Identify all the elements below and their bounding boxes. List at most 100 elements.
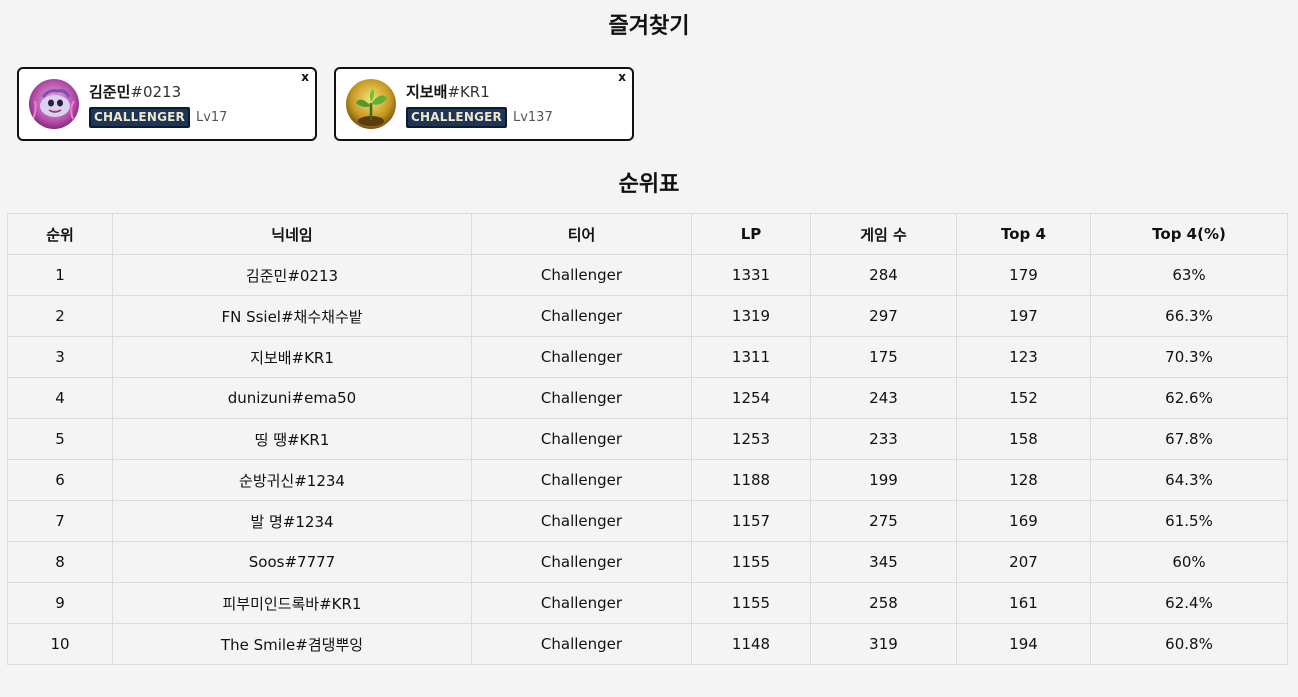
nickname-cell: Soos#7777 bbox=[112, 541, 472, 583]
top4-percent-cell: 62.6% bbox=[1090, 377, 1288, 419]
table-row: 6 순방귀신#1234 Challenger 1188 199 128 64.3% bbox=[7, 459, 1288, 501]
favorite-info: 지보배#KR1 CHALLENGER Lv137 bbox=[406, 81, 553, 128]
header-lp: LP bbox=[691, 213, 811, 255]
favorite-tag: #KR1 bbox=[447, 82, 490, 101]
table-row: 4 dunizuni#ema50 Challenger 1254 243 152 62.6% bbox=[7, 377, 1288, 419]
tier-badge: CHALLENGER bbox=[89, 106, 190, 128]
tier-cell: Challenger bbox=[471, 582, 692, 624]
nickname-cell: dunizuni#ema50 bbox=[112, 377, 472, 419]
header-tier: 티어 bbox=[471, 213, 692, 255]
lp-cell: 1331 bbox=[691, 254, 811, 296]
games-cell: 233 bbox=[810, 418, 957, 460]
rank-cell: 4 bbox=[7, 377, 113, 419]
ranking-title: 순위표 bbox=[618, 172, 680, 197]
top4-percent-cell: 67.8% bbox=[1090, 418, 1288, 460]
favorite-nickname: 지보배 bbox=[406, 82, 448, 101]
poro-avatar-icon bbox=[29, 79, 79, 129]
top4-cell: 194 bbox=[956, 623, 1091, 665]
games-cell: 243 bbox=[810, 377, 957, 419]
lp-cell: 1319 bbox=[691, 295, 811, 337]
nickname-cell: 피부미인드록바#KR1 bbox=[112, 582, 472, 624]
header-games: 게임 수 bbox=[810, 213, 957, 255]
favorite-nickname: 김준민 bbox=[89, 82, 131, 101]
tier-cell: Challenger bbox=[471, 623, 692, 665]
table-row: 9 피부미인드록바#KR1 Challenger 1155 258 161 62.4% bbox=[7, 582, 1288, 624]
table-row: 5띵 땡#KR1 Challenger 1253 233 158 67.8% bbox=[7, 418, 1288, 460]
top4-percent-cell: 63% bbox=[1090, 254, 1288, 296]
top4-cell: 179 bbox=[956, 254, 1091, 296]
games-cell: 175 bbox=[810, 336, 957, 378]
nickname-cell: 발 명#1234 bbox=[112, 500, 472, 542]
tier-cell: Challenger bbox=[471, 295, 692, 337]
tier-cell: Challenger bbox=[471, 418, 692, 460]
top4-percent-cell: 70.3% bbox=[1090, 336, 1288, 378]
top4-cell: 123 bbox=[956, 336, 1091, 378]
top4-cell: 207 bbox=[956, 541, 1091, 583]
games-cell: 297 bbox=[810, 295, 957, 337]
table-row: 7발 명#1234 Challenger 1157 275 169 61.5% bbox=[7, 500, 1288, 542]
header-rank: 순위 bbox=[7, 213, 113, 255]
games-cell: 258 bbox=[810, 582, 957, 624]
rank-cell: 3 bbox=[7, 336, 113, 378]
favorite-name: 김준민#0213 bbox=[89, 81, 227, 102]
nickname-cell: FN Ssiel#채수채수밭 bbox=[112, 295, 472, 337]
top4-cell: 169 bbox=[956, 500, 1091, 542]
lp-cell: 1148 bbox=[691, 623, 811, 665]
header-top4: Top 4 bbox=[956, 213, 1091, 255]
level-label: Lv137 bbox=[512, 109, 553, 125]
lp-cell: 1155 bbox=[691, 582, 811, 624]
rank-cell: 5 bbox=[7, 418, 113, 460]
close-icon[interactable]: x bbox=[301, 70, 309, 84]
table-row: 3 지보배#KR1 Challenger 1311 175 123 70.3% bbox=[7, 336, 1288, 378]
tier-cell: Challenger bbox=[471, 377, 692, 419]
lp-cell: 1253 bbox=[691, 418, 811, 460]
top4-percent-cell: 60% bbox=[1090, 541, 1288, 583]
favorite-name: 지보배#KR1 bbox=[406, 81, 553, 102]
favorite-card[interactable]: x bbox=[17, 67, 317, 141]
lp-cell: 1157 bbox=[691, 500, 811, 542]
tier-cell: Challenger bbox=[471, 459, 692, 501]
sprout-avatar-icon bbox=[346, 79, 396, 129]
games-cell: 199 bbox=[810, 459, 957, 501]
header-top4-percent: Top 4(%) bbox=[1090, 213, 1288, 255]
rank-cell: 9 bbox=[7, 582, 113, 624]
games-cell: 345 bbox=[810, 541, 957, 583]
tier-cell: Challenger bbox=[471, 336, 692, 378]
table-row: 2 FN Ssiel#채수채수밭 Challenger 1319 297 197 66.3% bbox=[7, 295, 1288, 337]
rank-cell: 8 bbox=[7, 541, 113, 583]
favorites-title: 즐겨찾기 bbox=[608, 14, 690, 39]
favorite-tag: #0213 bbox=[130, 82, 182, 101]
games-cell: 319 bbox=[810, 623, 957, 665]
header-nickname: 닉네임 bbox=[112, 213, 472, 255]
level-label: Lv17 bbox=[195, 109, 228, 125]
top4-percent-cell: 60.8% bbox=[1090, 623, 1288, 665]
nickname-cell: 지보배#KR1 bbox=[112, 336, 472, 378]
games-cell: 275 bbox=[810, 500, 957, 542]
nickname-cell: 김준민#0213 bbox=[112, 254, 472, 296]
top4-percent-cell: 62.4% bbox=[1090, 582, 1288, 624]
favorite-meta: CHALLENGER Lv137 bbox=[406, 106, 553, 128]
top4-cell: 161 bbox=[956, 582, 1091, 624]
tier-cell: Challenger bbox=[471, 254, 692, 296]
page: 즐겨찾기 x 김준민#0213 CHALLENGER Lv17 x 지보배#KR… bbox=[0, 0, 1298, 697]
rank-cell: 7 bbox=[7, 500, 113, 542]
lp-cell: 1188 bbox=[691, 459, 811, 501]
table-row: 8 Soos#7777 Challenger 1155 345 207 60% bbox=[7, 541, 1288, 583]
favorite-info: 김준민#0213 CHALLENGER Lv17 bbox=[89, 81, 227, 128]
lp-cell: 1311 bbox=[691, 336, 811, 378]
tier-cell: Challenger bbox=[471, 541, 692, 583]
favorite-card[interactable]: x bbox=[334, 67, 634, 141]
top4-percent-cell: 66.3% bbox=[1090, 295, 1288, 337]
top4-cell: 197 bbox=[956, 295, 1091, 337]
games-cell: 284 bbox=[810, 254, 957, 296]
top4-percent-cell: 61.5% bbox=[1090, 500, 1288, 542]
rank-cell: 1 bbox=[7, 254, 113, 296]
top4-cell: 152 bbox=[956, 377, 1091, 419]
close-icon[interactable]: x bbox=[618, 70, 626, 84]
rank-cell: 10 bbox=[7, 623, 113, 665]
tier-cell: Challenger bbox=[471, 500, 692, 542]
top4-cell: 128 bbox=[956, 459, 1091, 501]
table-row: 1 김준민#0213 Challenger 1331 284 179 63% bbox=[7, 254, 1288, 296]
nickname-cell: The Smile#겸댕뿌잉 bbox=[112, 623, 472, 665]
top4-cell: 158 bbox=[956, 418, 1091, 460]
